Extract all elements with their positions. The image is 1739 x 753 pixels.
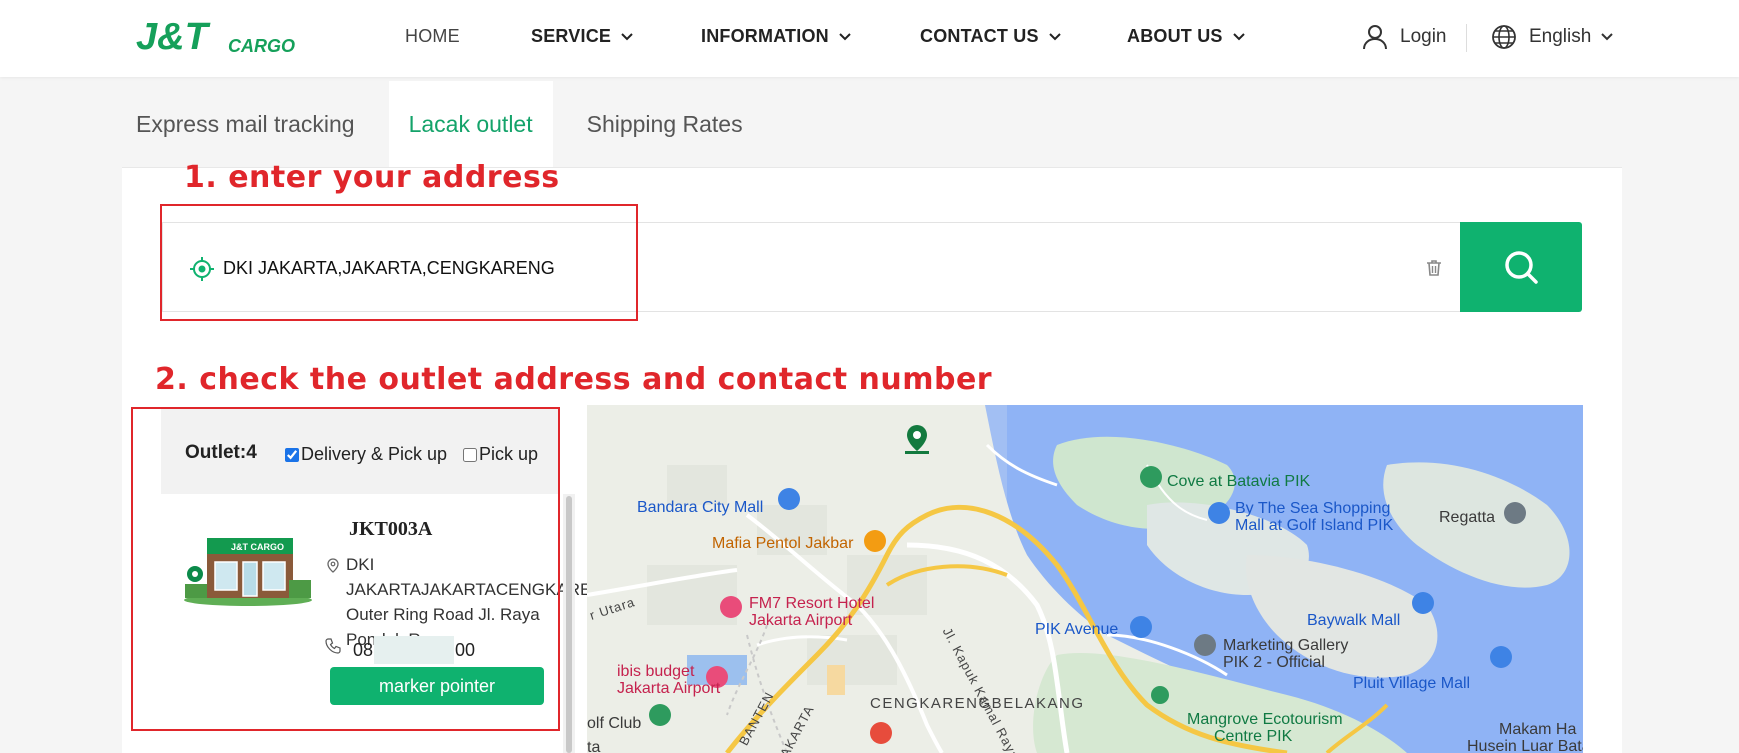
map-label-bandara: Bandara City Mall — [637, 499, 764, 516]
map-label-mafia: Mafia Pentol Jakbar — [712, 535, 854, 552]
nav-contact-us[interactable]: CONTACT US — [920, 26, 1061, 47]
chevron-down-icon — [1232, 32, 1245, 40]
map-label-marketing-2: PIK 2 - Official — [1223, 654, 1325, 671]
map-label-makam-2: Husein Luar Bata — [1467, 738, 1583, 753]
svg-text:J&T: J&T — [136, 16, 211, 58]
search-button[interactable] — [1460, 222, 1582, 312]
map-canvas[interactable] — [587, 405, 1583, 753]
map-label-sea-shopping-1: By The Sea Shopping — [1235, 500, 1391, 517]
outlet-list-scrollbar[interactable] — [563, 494, 575, 753]
trash-icon[interactable] — [1424, 258, 1444, 278]
map-label-ta: ta — [587, 739, 601, 753]
tab-shipping-rates[interactable]: Shipping Rates — [573, 81, 757, 167]
nav-home[interactable]: HOME — [405, 26, 460, 47]
header-divider — [1466, 24, 1467, 52]
map-label-fm7-1: FM7 Resort Hotel — [749, 595, 875, 612]
svg-text:CARGO: CARGO — [228, 36, 295, 56]
search-icon — [1505, 251, 1538, 284]
nav-about-us[interactable]: ABOUT US — [1127, 26, 1245, 47]
annotation-box-step2 — [131, 407, 560, 731]
map-label-ibis-1: ibis budget — [617, 663, 695, 680]
map-label-golf: olf Club — [587, 715, 642, 732]
map-label-pik-avenue: PIK Avenue — [1035, 621, 1119, 638]
chevron-down-icon — [1601, 33, 1614, 41]
chevron-down-icon — [1048, 32, 1061, 40]
annotation-step1: 1. enter your address — [184, 160, 560, 195]
nav-information[interactable]: INFORMATION — [701, 26, 851, 47]
map-label-mangrove-1: Mangrove Ecotourism — [1187, 711, 1343, 728]
map-label-regatta: Regatta — [1439, 509, 1496, 526]
map-label-makam-1: Makam Ha — [1499, 721, 1577, 738]
language-selector[interactable]: English — [1491, 24, 1614, 50]
map-label-cove: Cove at Batavia PIK — [1167, 473, 1311, 490]
map-label-marketing-1: Marketing Gallery — [1223, 637, 1349, 654]
annotation-step2: 2. check the outlet address and contact … — [155, 362, 993, 397]
map-label-sea-shopping-2: Mall at Golf Island PIK — [1235, 517, 1394, 534]
chevron-down-icon — [621, 32, 633, 40]
chevron-down-icon — [839, 32, 851, 40]
scrollbar-thumb[interactable] — [566, 496, 572, 753]
map-label-cengkareng: CENGKARENGBELAKANG — [870, 695, 1085, 712]
map-label-ibis-2: Jakarta Airport — [617, 680, 721, 697]
jnt-cargo-logo[interactable]: J&T CARGO — [136, 16, 296, 58]
map-label-fm7-2: Jakarta Airport — [749, 612, 853, 629]
map-label-baywalk: Baywalk Mall — [1307, 612, 1401, 629]
tab-express-mail-tracking[interactable]: Express mail tracking — [122, 81, 369, 167]
user-icon — [1363, 25, 1387, 50]
map-label-pluit: Pluit Village Mall — [1353, 675, 1471, 692]
login-link[interactable]: Login — [1362, 24, 1447, 50]
globe-icon — [1492, 25, 1516, 49]
outlet-map[interactable]: Cove at Batavia PIK Bandara City Mall By… — [587, 405, 1583, 753]
tab-bar: Express mail tracking Lacak outlet Shipp… — [122, 81, 757, 167]
map-label-mangrove-2: Centre PIK — [1214, 728, 1293, 745]
tab-lacak-outlet[interactable]: Lacak outlet — [388, 81, 553, 167]
top-header: J&T CARGO HOME SERVICE INFORMATION CONTA… — [0, 0, 1739, 77]
annotation-box-step1 — [160, 204, 638, 321]
nav-service[interactable]: SERVICE — [531, 26, 633, 47]
